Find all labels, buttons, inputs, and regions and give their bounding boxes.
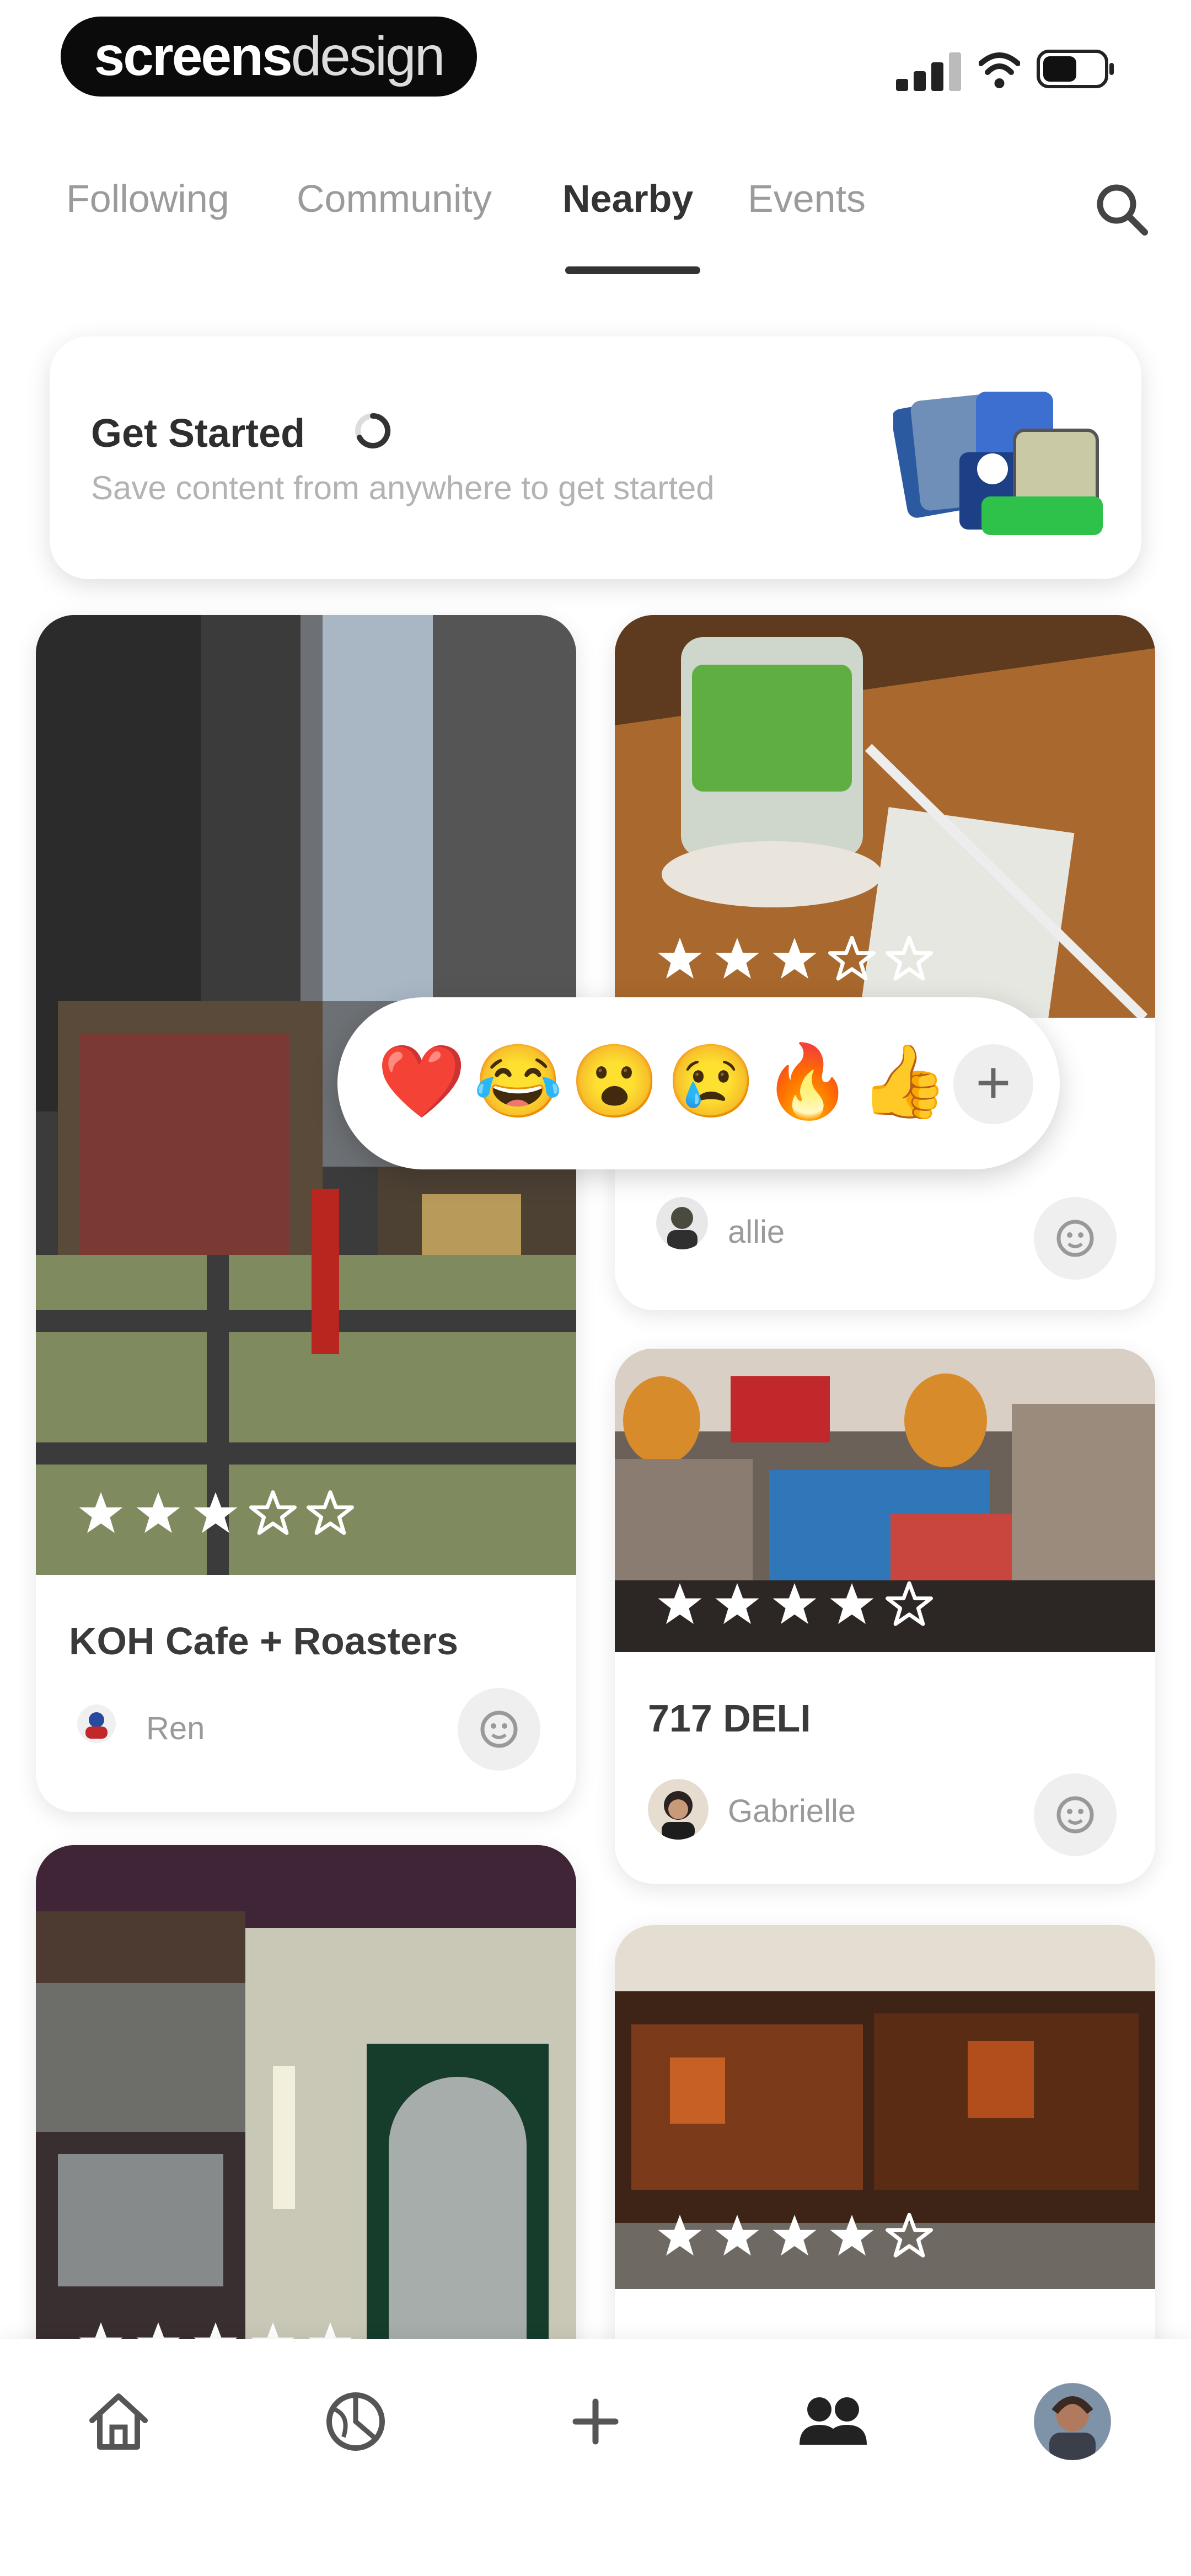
star-filled-icon bbox=[194, 1492, 238, 1533]
get-started-title: Get Started bbox=[91, 411, 305, 456]
star-filled-icon bbox=[658, 1583, 702, 1624]
add-icon[interactable] bbox=[557, 2383, 634, 2460]
brand-logo: screensdesign bbox=[61, 17, 477, 97]
star-filled-icon bbox=[79, 1492, 123, 1533]
add-reaction-icon bbox=[480, 1711, 518, 1748]
star-filled-icon bbox=[136, 1492, 180, 1533]
place-card-allie[interactable]: allie bbox=[615, 615, 1155, 1310]
star-filled-icon bbox=[715, 2215, 759, 2256]
star-filled-icon bbox=[772, 1583, 817, 1624]
react-button[interactable] bbox=[1034, 1197, 1117, 1280]
react-button[interactable] bbox=[1034, 1773, 1117, 1856]
rating-stars bbox=[656, 1580, 933, 1628]
user-name: allie bbox=[728, 1214, 785, 1250]
add-reaction-icon bbox=[1056, 1796, 1094, 1834]
emoji-laughing[interactable]: 😂 bbox=[473, 1036, 564, 1127]
bottom-nav bbox=[0, 2339, 1191, 2576]
get-started-subtitle: Save content from anywhere to get starte… bbox=[91, 469, 715, 506]
user-avatar bbox=[656, 1197, 709, 1249]
app-collage-illustration bbox=[893, 392, 1103, 535]
star-empty-icon bbox=[307, 1490, 354, 1535]
user-avatar bbox=[648, 1779, 709, 1840]
rating-stars bbox=[656, 2212, 933, 2259]
star-filled-icon bbox=[715, 938, 759, 979]
profile-avatar[interactable] bbox=[1034, 2383, 1111, 2460]
emoji-heart[interactable]: ❤️ bbox=[376, 1036, 467, 1127]
place-card-koh[interactable]: KOH Cafe + Roasters Ren bbox=[36, 615, 576, 1812]
star-filled-icon bbox=[830, 1583, 874, 1624]
wifi-icon bbox=[979, 52, 1020, 88]
tab-events[interactable]: Events bbox=[748, 177, 866, 221]
status-bar: screensdesign bbox=[0, 0, 1191, 132]
user-name: Ren bbox=[146, 1711, 205, 1746]
emoji-thumbs-up[interactable]: 👍 bbox=[859, 1036, 949, 1127]
react-button[interactable] bbox=[458, 1688, 540, 1771]
get-started-card[interactable]: Get Started Save content from anywhere t… bbox=[50, 336, 1141, 579]
star-empty-icon bbox=[828, 936, 876, 981]
active-tab-indicator bbox=[565, 266, 700, 274]
tab-community[interactable]: Community bbox=[297, 177, 492, 221]
progress-ring-icon bbox=[355, 413, 391, 448]
signal-icon bbox=[896, 52, 962, 91]
star-filled-icon bbox=[658, 2215, 702, 2256]
explore-icon[interactable] bbox=[317, 2383, 394, 2460]
star-filled-icon bbox=[715, 1583, 759, 1624]
star-empty-icon bbox=[886, 2212, 933, 2258]
more-emoji-button[interactable]: + bbox=[953, 1044, 1033, 1124]
friends-icon[interactable] bbox=[794, 2383, 871, 2460]
tab-following[interactable]: Following bbox=[66, 177, 229, 221]
emoji-fire[interactable]: 🔥 bbox=[762, 1036, 853, 1127]
feed-tabs: Following Community Nearby Events bbox=[0, 177, 1191, 276]
star-empty-icon bbox=[886, 936, 933, 981]
star-empty-icon bbox=[249, 1490, 297, 1535]
home-icon[interactable] bbox=[80, 2383, 157, 2460]
rating-stars bbox=[77, 1489, 354, 1537]
star-filled-icon bbox=[658, 938, 702, 979]
user-avatar bbox=[77, 1704, 116, 1743]
star-empty-icon bbox=[886, 1581, 933, 1626]
user-name: Gabrielle bbox=[728, 1793, 856, 1829]
tab-nearby[interactable]: Nearby bbox=[562, 177, 693, 221]
place-card-717-deli[interactable]: 717 DELI Gabrielle bbox=[615, 1349, 1155, 1884]
star-filled-icon bbox=[772, 938, 817, 979]
star-filled-icon bbox=[772, 2215, 817, 2256]
emoji-reaction-bar: ❤️ 😂 😮 😢 🔥 👍 + bbox=[337, 997, 1060, 1169]
battery-icon bbox=[1037, 50, 1114, 88]
star-filled-icon bbox=[830, 2215, 874, 2256]
place-title: 717 DELI bbox=[648, 1697, 811, 1740]
search-icon[interactable] bbox=[1092, 179, 1152, 240]
emoji-crying[interactable]: 😢 bbox=[666, 1036, 757, 1127]
add-reaction-icon bbox=[1056, 1220, 1094, 1257]
emoji-surprised[interactable]: 😮 bbox=[569, 1036, 660, 1127]
place-title: KOH Cafe + Roasters bbox=[69, 1620, 459, 1663]
rating-stars bbox=[656, 935, 933, 982]
